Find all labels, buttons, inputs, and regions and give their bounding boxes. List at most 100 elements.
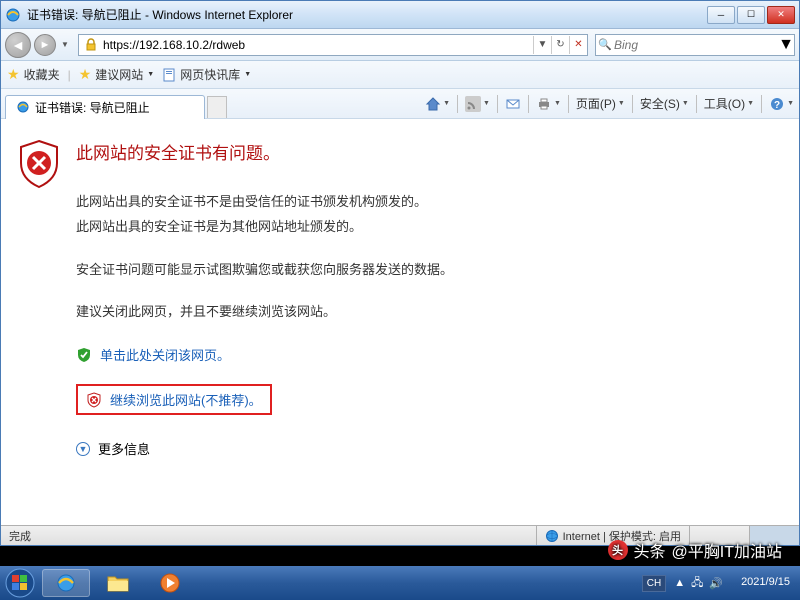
star-icon: ★ [7, 66, 20, 83]
refresh-button[interactable]: ↻ [551, 36, 569, 54]
help-button[interactable]: ? ▼ [764, 90, 799, 118]
navigation-bar: ◄ ► ▼ ▼ ↻ ✕ 🔍 ▼ [1, 29, 799, 61]
chevron-down-icon: ▼ [618, 100, 625, 107]
cert-error-heading: 此网站的安全证书有问题。 [76, 139, 779, 164]
ie-icon [55, 572, 77, 594]
continue-row: 继续浏览此网站(不推荐)。 [86, 390, 262, 409]
start-button[interactable] [0, 566, 40, 600]
read-mail-button[interactable] [500, 90, 526, 118]
separator [568, 95, 569, 113]
cert-text-4: 建议关闭此网页，并且不要继续浏览该网站。 [76, 302, 779, 323]
separator [632, 95, 633, 113]
more-info-row[interactable]: ▼ 更多信息 [76, 439, 779, 458]
new-tab-button[interactable] [207, 96, 227, 118]
title-bar: 证书错误: 导航已阻止 - Windows Internet Explorer … [1, 1, 799, 29]
safety-menu[interactable]: 安全(S) ▼ [635, 90, 694, 118]
search-icon: 🔍 [596, 36, 614, 54]
separator [497, 95, 498, 113]
close-button[interactable]: ✕ [767, 6, 795, 24]
chevron-down-icon: ▼ [747, 100, 754, 107]
chevron-down-icon: ▼ [443, 100, 450, 107]
chevron-down-icon: ▼ [554, 100, 561, 107]
separator [761, 95, 762, 113]
taskbar-explorer[interactable] [94, 569, 142, 597]
windows-logo-icon [5, 568, 35, 598]
chevron-down-icon: ▼ [682, 100, 689, 107]
address-bar: ▼ ↻ ✕ [78, 34, 588, 56]
url-dropdown[interactable]: ▼ [533, 36, 551, 54]
favorites-button[interactable]: ★ 收藏夹 [7, 66, 60, 83]
tray-icons[interactable]: ▲ 🖧 🔊 [666, 574, 731, 593]
status-text: 完成 [1, 528, 536, 544]
maximize-button[interactable]: ☐ [737, 6, 765, 24]
shield-ok-icon [76, 347, 92, 363]
taskbar-media-player[interactable] [146, 569, 194, 597]
stop-button[interactable]: ✕ [569, 36, 587, 54]
url-input[interactable] [103, 36, 533, 54]
tab-title: 证书错误: 导航已阻止 [35, 99, 150, 116]
home-button[interactable]: ▼ [420, 90, 455, 118]
status-bar: 完成 Internet | 保护模式: 启用 [1, 525, 799, 545]
svg-text:?: ? [774, 100, 780, 111]
favorites-label: 收藏夹 [24, 66, 60, 83]
continue-highlight-box: 继续浏览此网站(不推荐)。 [76, 384, 272, 415]
ie-tab-icon [16, 100, 30, 114]
back-button[interactable]: ◄ [5, 32, 31, 58]
taskbar-ie[interactable] [42, 569, 90, 597]
browser-window: 证书错误: 导航已阻止 - Windows Internet Explorer … [0, 0, 800, 546]
chevron-down-icon: ▼ [244, 71, 251, 78]
forward-button[interactable]: ► [34, 34, 56, 56]
print-button[interactable]: ▼ [531, 90, 566, 118]
status-zoom[interactable] [749, 526, 799, 545]
more-info-label: 更多信息 [98, 439, 150, 458]
continue-link[interactable]: 继续浏览此网站(不推荐)。 [110, 390, 262, 409]
ie-logo-icon [5, 7, 21, 23]
status-zone[interactable]: Internet | 保护模式: 启用 [536, 526, 689, 545]
taskbar-clock[interactable]: 2021/9/15 [731, 576, 800, 589]
page-menu[interactable]: 页面(P) ▼ [571, 90, 630, 118]
status-progress [689, 526, 749, 545]
tray-flag-icon[interactable]: ▲ [674, 577, 685, 589]
tools-menu[interactable]: 工具(O) ▼ [699, 90, 759, 118]
search-input[interactable] [614, 36, 778, 54]
favorites-separator: | [68, 68, 71, 82]
suggested-sites[interactable]: ★ 建议网站 ▼ [79, 66, 155, 83]
tray-network-icon[interactable]: 🖧 [691, 574, 703, 593]
window-title: 证书错误: 导航已阻止 - Windows Internet Explorer [27, 6, 707, 23]
shield-warn-icon [86, 392, 102, 408]
cert-text-1: 此网站出具的安全证书不是由受信任的证书颁发机构颁发的。 [76, 192, 779, 213]
cert-text-2: 此网站出具的安全证书是为其他网站地址颁发的。 [76, 217, 779, 238]
certificate-error-page: 此网站的安全证书有问题。 此网站出具的安全证书不是由受信任的证书颁发机构颁发的。… [1, 119, 799, 478]
separator [457, 95, 458, 113]
web-slice-gallery[interactable]: 网页快讯库 ▼ [162, 66, 251, 83]
window-buttons: ─ ☐ ✕ [707, 6, 795, 24]
search-dropdown[interactable]: ▼ [778, 36, 794, 54]
expand-icon: ▼ [76, 442, 90, 456]
lock-icon [83, 37, 99, 53]
content-area: 此网站的安全证书有问题。 此网站出具的安全证书不是由受信任的证书颁发机构颁发的。… [1, 119, 799, 525]
print-icon [536, 96, 552, 112]
internet-zone-icon [545, 529, 559, 543]
close-page-row: 单击此处关闭该网页。 [76, 345, 779, 364]
media-player-icon [159, 572, 181, 594]
page-icon [162, 68, 176, 82]
system-tray: CH ▲ 🖧 🔊 2021/9/15 [642, 566, 800, 600]
feed-icon [465, 96, 481, 112]
search-bar: 🔍 ▼ [595, 34, 795, 56]
close-page-link[interactable]: 单击此处关闭该网页。 [100, 345, 230, 364]
star-icon: ★ [79, 66, 92, 83]
nav-history-dropdown[interactable]: ▼ [59, 33, 71, 57]
mail-icon [505, 96, 521, 112]
separator [696, 95, 697, 113]
language-indicator[interactable]: CH [642, 575, 666, 592]
minimize-button[interactable]: ─ [707, 6, 735, 24]
home-icon [425, 96, 441, 112]
favorites-bar: ★ 收藏夹 | ★ 建议网站 ▼ 网页快讯库 ▼ [1, 61, 799, 89]
feeds-button[interactable]: ▼ [460, 90, 495, 118]
tray-volume-icon[interactable]: 🔊 [709, 577, 723, 590]
shield-error-icon [17, 139, 61, 189]
cert-text-3: 安全证书问题可能显示试图欺骗您或截获您向服务器发送的数据。 [76, 260, 779, 281]
browser-tab[interactable]: 证书错误: 导航已阻止 [5, 95, 205, 119]
folder-icon [106, 573, 130, 593]
chevron-down-icon: ▼ [483, 100, 490, 107]
